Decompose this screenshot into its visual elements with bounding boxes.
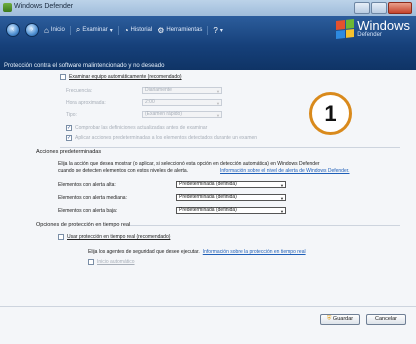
toolbar-help[interactable]: ? ▾ [213, 26, 222, 35]
toolbar-scan-label: Examinar [82, 27, 108, 33]
auto-scan-label: Examinar equipo automáticamente (recomen… [69, 74, 182, 80]
toolbar-separator [69, 25, 71, 35]
default-actions-description-1: Elija la acción que desea mostrar (o apl… [58, 161, 320, 167]
type-value: (Examen rápido) [145, 111, 182, 117]
scan-icon: ⌕ [75, 25, 81, 34]
high-alert-value: Predeterminada (definida) [179, 181, 237, 187]
chevron-down-icon[interactable]: ▾ [110, 27, 113, 34]
check-definitions-checkbox[interactable] [66, 125, 72, 131]
agents-text: Elija los agentes de seguridad que desee… [88, 249, 200, 255]
time-select[interactable]: 2:00 ▼ [142, 99, 222, 106]
chevron-down-icon: ▾ [219, 27, 223, 34]
chevron-down-icon: ▼ [216, 113, 220, 118]
save-label: Guardar [332, 316, 354, 322]
history-icon: ◔ [123, 25, 129, 35]
windows-defender-logo: Windows Defender [336, 18, 410, 39]
defender-app-icon [3, 3, 12, 12]
cancel-label: Cancelar [374, 316, 397, 322]
type-select[interactable]: (Examen rápido) ▼ [142, 111, 222, 118]
frequency-label: Frecuencia: [66, 88, 93, 94]
default-actions-description-2: cuando se detecten elementos con estos n… [58, 168, 189, 174]
back-button[interactable]: ‹ [6, 23, 20, 37]
check-definitions-label: Comprobar las definiciones actualizadas … [75, 125, 208, 131]
check-definitions-row[interactable]: Comprobar las definiciones actualizadas … [66, 125, 207, 131]
low-alert-value: Predeterminada (definida) [179, 207, 237, 213]
type-label: Tipo: [66, 112, 77, 118]
auto-scan-checkbox[interactable] [60, 74, 66, 80]
maximize-button[interactable] [371, 2, 387, 14]
frequency-value: Diariamente [145, 87, 172, 93]
callout-number-badge: 1 [309, 92, 352, 135]
defender-header: ‹ › ⌂ Inicio ⌕ Examinar ▾ ◔ Historial ⚙ Herra… [0, 16, 416, 70]
home-icon: ⌂ [44, 25, 49, 35]
window-title: Windows Defender [14, 3, 74, 10]
chevron-down-icon: ▼ [280, 196, 284, 201]
time-label: Hora aproximada: [66, 100, 106, 106]
toolbar: ‹ › ⌂ Inicio ⌕ Examinar ▾ ◔ Historial ⚙ Herra… [6, 23, 223, 37]
save-button[interactable]: ⛨ Guardar [320, 314, 360, 325]
auto-scan-row[interactable]: Examinar equipo automáticamente (recomen… [60, 74, 182, 80]
uac-shield-icon: ⛨ [326, 316, 332, 322]
chevron-down-icon: ▼ [280, 183, 284, 188]
toolbar-scan[interactable]: ⌕ Examinar ▾ [76, 25, 113, 35]
realtime-enable-row[interactable]: Usar protección en tiempo real (recomend… [58, 234, 170, 240]
startup-checkbox[interactable] [88, 259, 94, 265]
low-alert-label: Elementos con alerta baja: [58, 208, 118, 214]
toolbar-home-label: Inicio [50, 27, 65, 33]
realtime-info-link[interactable]: Información sobre la protección en tiemp… [203, 249, 306, 255]
chevron-down-icon: ▼ [216, 89, 220, 94]
footer-divider [0, 306, 416, 307]
realtime-heading: Opciones de protección en tiempo real [36, 222, 131, 228]
forward-button[interactable]: › [25, 23, 39, 37]
startup-label: Inicio automático [97, 259, 135, 265]
toolbar-home[interactable]: ⌂ Inicio [44, 26, 65, 35]
apply-defaults-label: Aplicar acciones predeterminadas a los e… [75, 135, 258, 141]
windows-flag-icon [336, 19, 355, 39]
apply-defaults-checkbox[interactable] [66, 135, 72, 141]
chevron-down-icon: ▼ [216, 101, 220, 106]
toolbar-tools-label: Herramientas [166, 27, 203, 33]
medium-alert-label: Elementos con alerta mediana: [58, 195, 127, 201]
apply-defaults-row[interactable]: Aplicar acciones predeterminadas a los e… [66, 135, 257, 141]
divider [60, 147, 400, 148]
medium-alert-value: Predeterminada (definida) [179, 194, 237, 200]
toolbar-separator [117, 25, 119, 35]
close-button[interactable] [388, 2, 412, 14]
toolbar-history[interactable]: ◔ Historial [124, 26, 153, 35]
startup-row[interactable]: Inicio automático [88, 259, 135, 265]
tools-icon: ⚙ [157, 25, 165, 35]
toolbar-separator [207, 25, 209, 35]
high-alert-select[interactable]: Predeterminada (definida) ▼ [176, 181, 286, 188]
agents-row: Elija los agentes de seguridad que desee… [88, 249, 306, 255]
chevron-down-icon: ▼ [280, 209, 284, 214]
window-controls [354, 2, 412, 14]
title-bar: Windows Defender [0, 0, 416, 16]
frequency-select[interactable]: Diariamente ▼ [142, 87, 222, 94]
cancel-button[interactable]: Cancelar [366, 314, 406, 325]
toolbar-tools[interactable]: ⚙ Herramientas [157, 26, 202, 35]
minimize-button[interactable] [354, 2, 370, 14]
time-value: 2:00 [145, 99, 155, 105]
help-icon: ? [213, 25, 218, 35]
default-actions-heading: Acciones predeterminadas [36, 149, 102, 155]
medium-alert-select[interactable]: Predeterminada (definida) ▼ [176, 194, 286, 201]
divider [130, 225, 400, 226]
page-subtitle: Protección contra el software malintenci… [4, 63, 165, 69]
realtime-enable-checkbox[interactable] [58, 234, 64, 240]
toolbar-history-label: Historial [130, 27, 153, 33]
realtime-enable-label: Usar protección en tiempo real (recomend… [67, 234, 171, 240]
high-alert-label: Elementos con alerta alta: [58, 182, 116, 188]
low-alert-select[interactable]: Predeterminada (definida) ▼ [176, 207, 286, 214]
brand-name: Windows [357, 18, 410, 33]
alert-level-info-link[interactable]: Información sobre el nivel de alerta de … [220, 168, 350, 174]
